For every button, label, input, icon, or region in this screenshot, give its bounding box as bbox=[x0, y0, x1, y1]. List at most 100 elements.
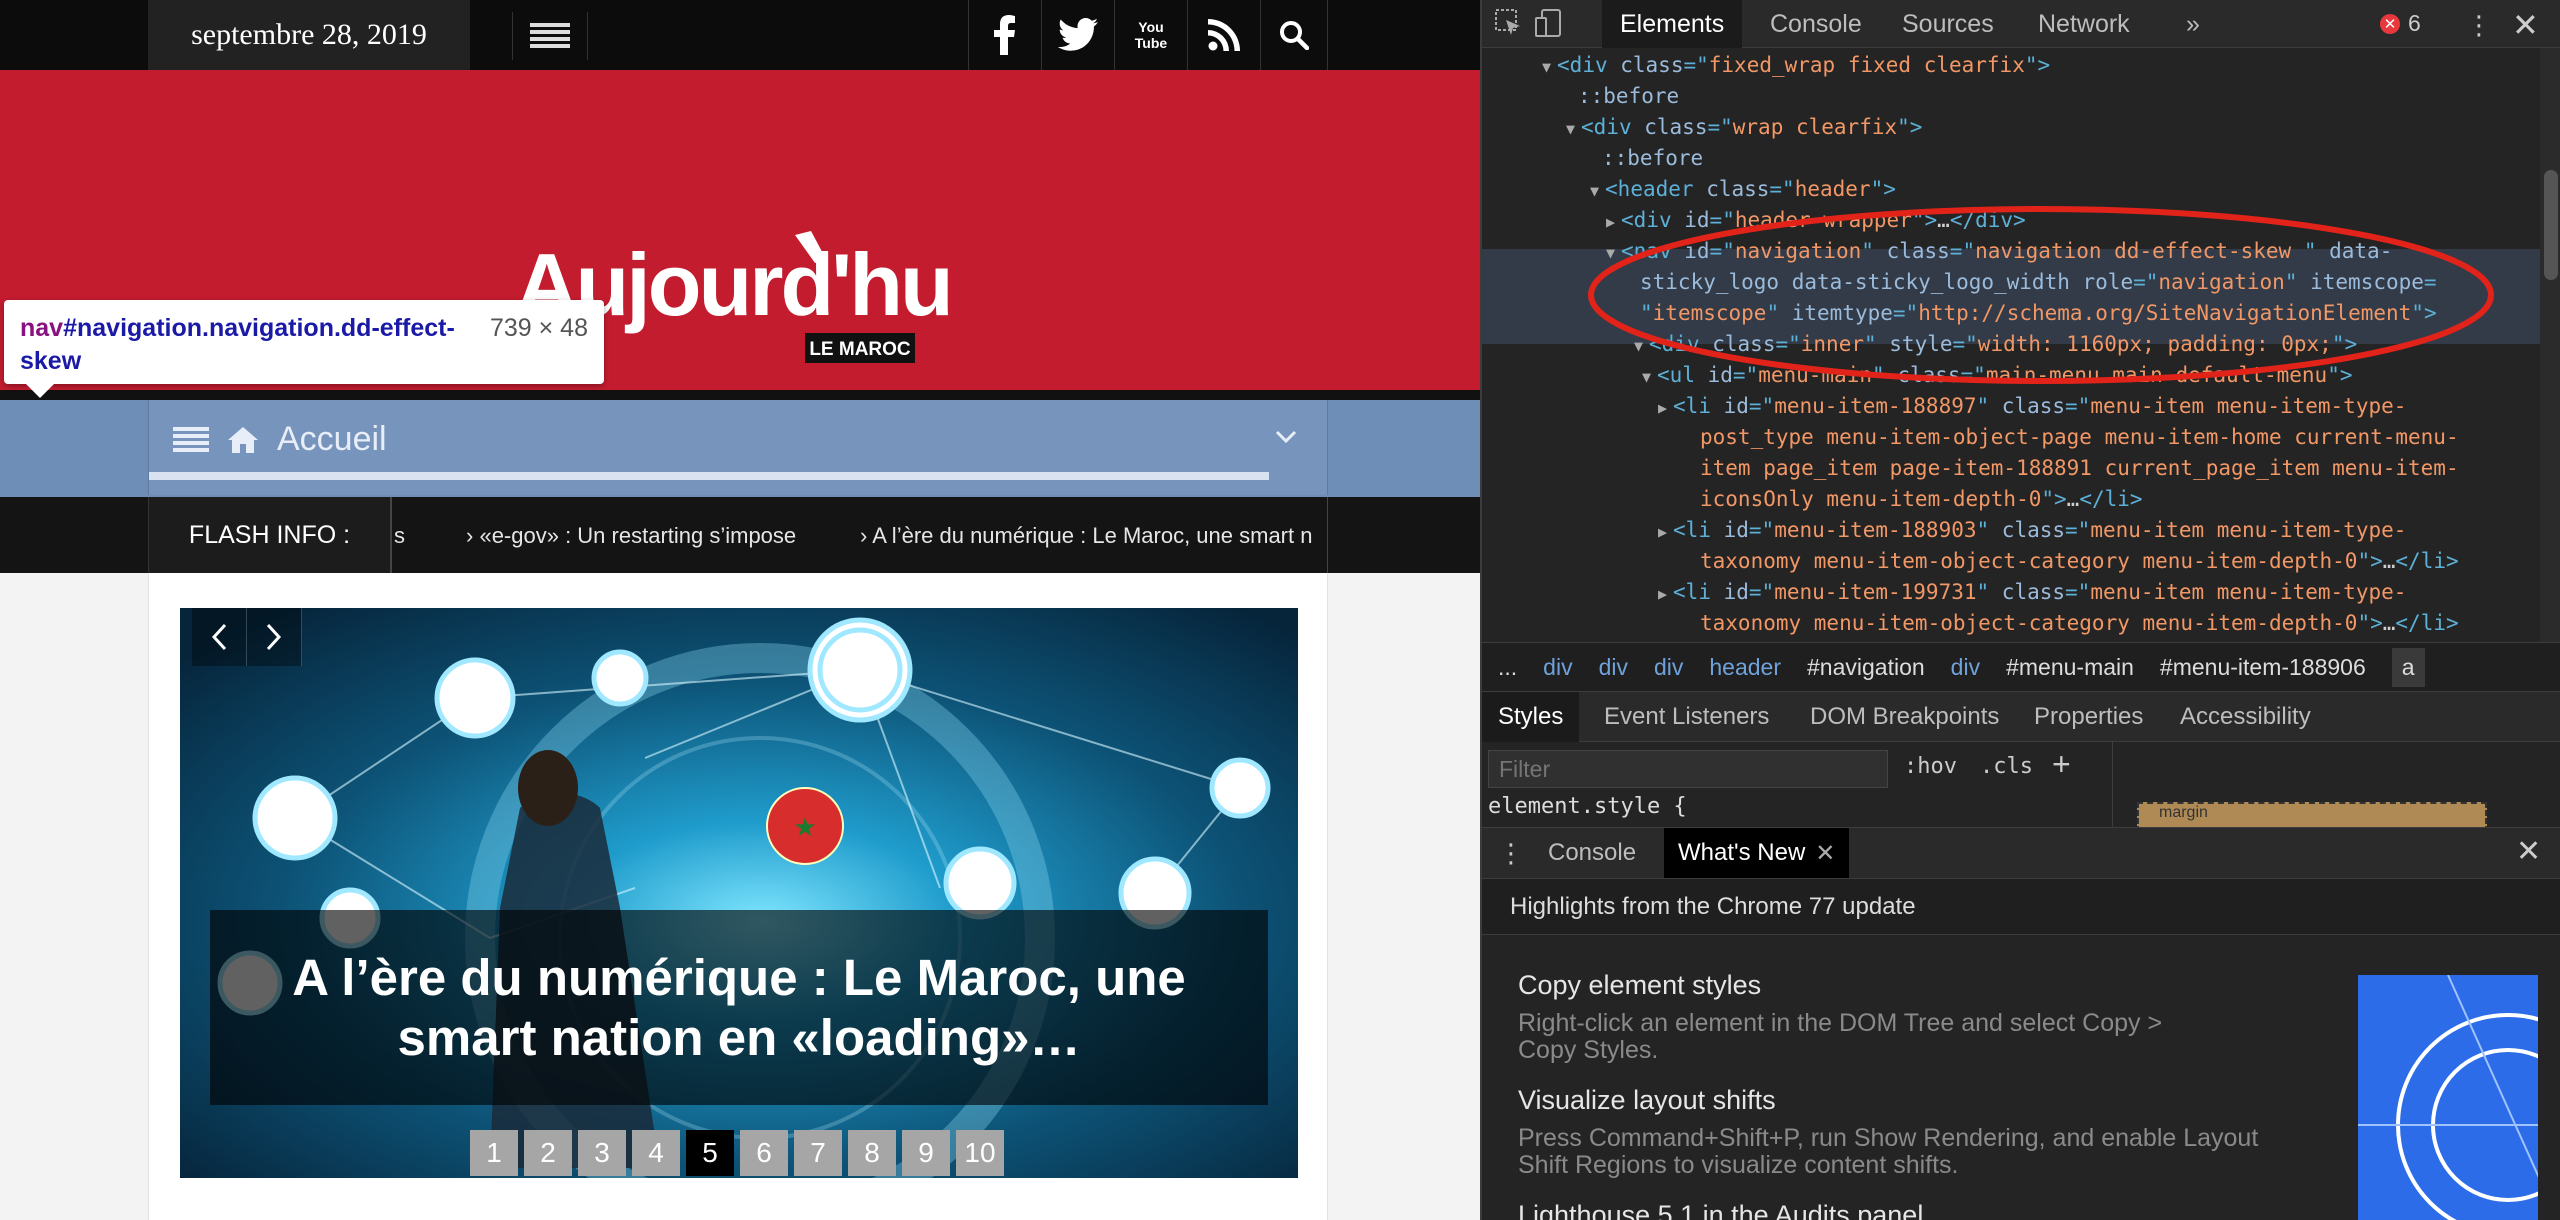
rss-icon[interactable] bbox=[1187, 0, 1260, 70]
whats-new-item-title[interactable]: Visualize layout shifts bbox=[1518, 1085, 1776, 1116]
youtube-icon[interactable]: You Tube bbox=[1114, 0, 1187, 70]
chevron-left-icon bbox=[211, 623, 227, 651]
ticker-item[interactable]: s bbox=[394, 523, 405, 549]
subtab-properties[interactable]: Properties bbox=[2018, 692, 2159, 742]
hov-toggle[interactable]: :hov bbox=[1904, 754, 1957, 779]
dom-tree-scrollbar[interactable] bbox=[2540, 48, 2560, 642]
breadcrumb-item[interactable]: ... bbox=[1498, 654, 1517, 681]
collapse-triangle-icon[interactable]: ▶ bbox=[1658, 585, 1667, 603]
flash-info-label: FLASH INFO : bbox=[148, 497, 392, 573]
breadcrumb-item[interactable]: #menu-main bbox=[2006, 654, 2134, 681]
inspect-element-icon[interactable] bbox=[1494, 8, 1524, 38]
tab-console[interactable]: Console bbox=[1752, 0, 1880, 48]
expand-triangle-icon[interactable]: ▼ bbox=[1590, 182, 1599, 200]
dom-line[interactable]: ▶ <li id="menu-item-188897" class="menu-i… bbox=[1658, 391, 2406, 424]
slider-page-button[interactable]: 9 bbox=[902, 1130, 950, 1176]
breadcrumb-item[interactable]: #navigation bbox=[1807, 654, 1925, 681]
dom-token: <header bbox=[1605, 177, 1707, 201]
dom-line[interactable]: ::before bbox=[1602, 143, 1703, 174]
drawer-menu-icon[interactable]: ⋮ bbox=[1498, 838, 1524, 869]
ticker-item[interactable]: › «e-gov» : Un restarting s’impose bbox=[466, 523, 796, 549]
red-annotation-ellipse bbox=[1588, 206, 2494, 384]
whats-new-item-title[interactable]: Lighthouse 5.1 in the Audits panel bbox=[1518, 1200, 1923, 1220]
dom-token: <li bbox=[1673, 394, 1724, 418]
slider-next-button[interactable] bbox=[247, 608, 302, 666]
new-style-rule-icon[interactable]: + bbox=[2052, 746, 2071, 783]
expand-triangle-icon[interactable]: ▼ bbox=[1566, 120, 1575, 138]
hamburger-menu-icon[interactable] bbox=[512, 12, 588, 60]
dom-token: "> bbox=[1870, 177, 1896, 201]
dom-breadcrumbs: ... div div div header #navigation div #menu-ma… bbox=[1482, 642, 2560, 692]
nav-item-home[interactable]: Accueil bbox=[173, 420, 387, 459]
slide-caption[interactable]: A l’ère du numérique : Le Maroc, une sma… bbox=[210, 910, 1268, 1105]
styles-filter-input[interactable] bbox=[1488, 750, 1888, 788]
dom-token: =" bbox=[1748, 394, 1775, 418]
tab-network[interactable]: Network bbox=[2020, 0, 2148, 48]
devtools-menu-icon[interactable]: ⋮ bbox=[2466, 10, 2492, 41]
tab-sources[interactable]: Sources bbox=[1884, 0, 2012, 48]
dom-line[interactable]: taxonomy menu-item-object-category menu-… bbox=[1700, 546, 2459, 577]
dom-line[interactable]: ::before bbox=[1578, 81, 1679, 112]
slider-page-button[interactable]: 3 bbox=[578, 1130, 626, 1176]
dom-line[interactable]: post_type menu-item-object-page menu-ite… bbox=[1700, 422, 2459, 453]
breadcrumb-item[interactable]: div bbox=[1654, 654, 1683, 681]
subtab-styles[interactable]: Styles bbox=[1482, 692, 1580, 742]
facebook-icon[interactable] bbox=[968, 0, 1041, 70]
dom-line[interactable]: item page_item page-item-188891 current_… bbox=[1700, 453, 2459, 484]
slider-page-button[interactable]: 2 bbox=[524, 1130, 572, 1176]
chevron-down-icon[interactable] bbox=[1275, 430, 1297, 444]
collapse-triangle-icon[interactable]: ▶ bbox=[1658, 523, 1667, 541]
subtab-dom-breakpoints[interactable]: DOM Breakpoints bbox=[1794, 692, 2015, 742]
breadcrumb-item[interactable]: a bbox=[2391, 647, 2425, 687]
breadcrumb-item[interactable]: div bbox=[1543, 654, 1572, 681]
dom-line[interactable]: ▶ <li id="menu-item-188903" class="menu-i… bbox=[1658, 515, 2406, 548]
scrollbar-thumb[interactable] bbox=[2544, 170, 2558, 280]
ticker-item[interactable]: › A l’ère du numérique : Le Maroc, une s… bbox=[860, 523, 1312, 549]
breadcrumb-item[interactable]: div bbox=[1599, 654, 1628, 681]
error-counter[interactable]: ✕ 6 bbox=[2380, 10, 2421, 37]
dom-line[interactable]: taxonomy menu-item-object-category menu-… bbox=[1700, 608, 2459, 639]
drawer-tab-whats-new[interactable]: What's New ✕ bbox=[1664, 828, 1850, 878]
slider-page-button[interactable]: 6 bbox=[740, 1130, 788, 1176]
dom-line[interactable]: ▼ <div class="wrap clearfix"> bbox=[1566, 112, 1922, 145]
subtab-accessibility[interactable]: Accessibility bbox=[2164, 692, 2327, 742]
whats-new-item-title[interactable]: Copy element styles bbox=[1518, 970, 1761, 1001]
dom-token: "> bbox=[2024, 53, 2051, 77]
slider-prev-button[interactable] bbox=[192, 608, 247, 666]
drawer-tab-whats-new-label: What's New bbox=[1678, 839, 1806, 866]
breadcrumb-item[interactable]: div bbox=[1951, 654, 1980, 681]
featured-slider[interactable]: ★ A l’ère du numérique : Le Maroc, une s… bbox=[180, 608, 1298, 1178]
device-toolbar-icon[interactable] bbox=[1534, 8, 1564, 38]
slider-page-button[interactable]: 5 bbox=[686, 1130, 734, 1176]
search-icon[interactable] bbox=[1260, 0, 1328, 70]
tab-elements[interactable]: Elements bbox=[1602, 0, 1743, 48]
drawer-close-icon[interactable]: ✕ bbox=[2516, 834, 2541, 869]
devtools-close-icon[interactable]: ✕ bbox=[2512, 6, 2539, 44]
slider-page-button[interactable]: 7 bbox=[794, 1130, 842, 1176]
subtab-event-listeners[interactable]: Event Listeners bbox=[1588, 692, 1785, 742]
expand-triangle-icon[interactable]: ▼ bbox=[1542, 58, 1551, 76]
twitter-icon[interactable] bbox=[1041, 0, 1114, 70]
dom-token: <li bbox=[1673, 580, 1724, 604]
drawer-tab-console[interactable]: Console bbox=[1534, 828, 1650, 878]
ticker-item-text: «e-gov» : Un restarting s’impose bbox=[479, 523, 797, 548]
slider-page-button[interactable]: 4 bbox=[632, 1130, 680, 1176]
tooltip-dimensions: 739 × 48 bbox=[489, 314, 588, 342]
dom-token: <div bbox=[1581, 115, 1645, 139]
breadcrumb-item[interactable]: #menu-item-188906 bbox=[2160, 654, 2366, 681]
dom-line[interactable]: ▼ <div class="fixed_wrap fixed clearfix"> bbox=[1542, 50, 2050, 83]
chevron-right-icon: › bbox=[860, 523, 873, 548]
more-tabs-button[interactable]: » bbox=[2168, 0, 2218, 48]
cls-toggle[interactable]: .cls bbox=[1980, 754, 2033, 779]
slider-page-button[interactable]: 8 bbox=[848, 1130, 896, 1176]
nav-home-label[interactable]: Accueil bbox=[277, 420, 387, 459]
dom-line[interactable]: ▶ <li id="menu-item-199731" class="menu-i… bbox=[1658, 577, 2406, 610]
collapse-triangle-icon[interactable]: ▶ bbox=[1658, 399, 1667, 417]
slider-page-button[interactable]: 1 bbox=[470, 1130, 518, 1176]
breadcrumb-item[interactable]: header bbox=[1709, 654, 1781, 681]
dom-token: id bbox=[1723, 394, 1749, 418]
slider-page-button[interactable]: 10 bbox=[956, 1130, 1004, 1176]
close-tab-icon[interactable]: ✕ bbox=[1815, 839, 1835, 868]
element-style-rule[interactable]: element.style { bbox=[1488, 794, 1687, 819]
dom-line[interactable]: iconsOnly menu-item-depth-0">…</li> bbox=[1700, 484, 2143, 515]
